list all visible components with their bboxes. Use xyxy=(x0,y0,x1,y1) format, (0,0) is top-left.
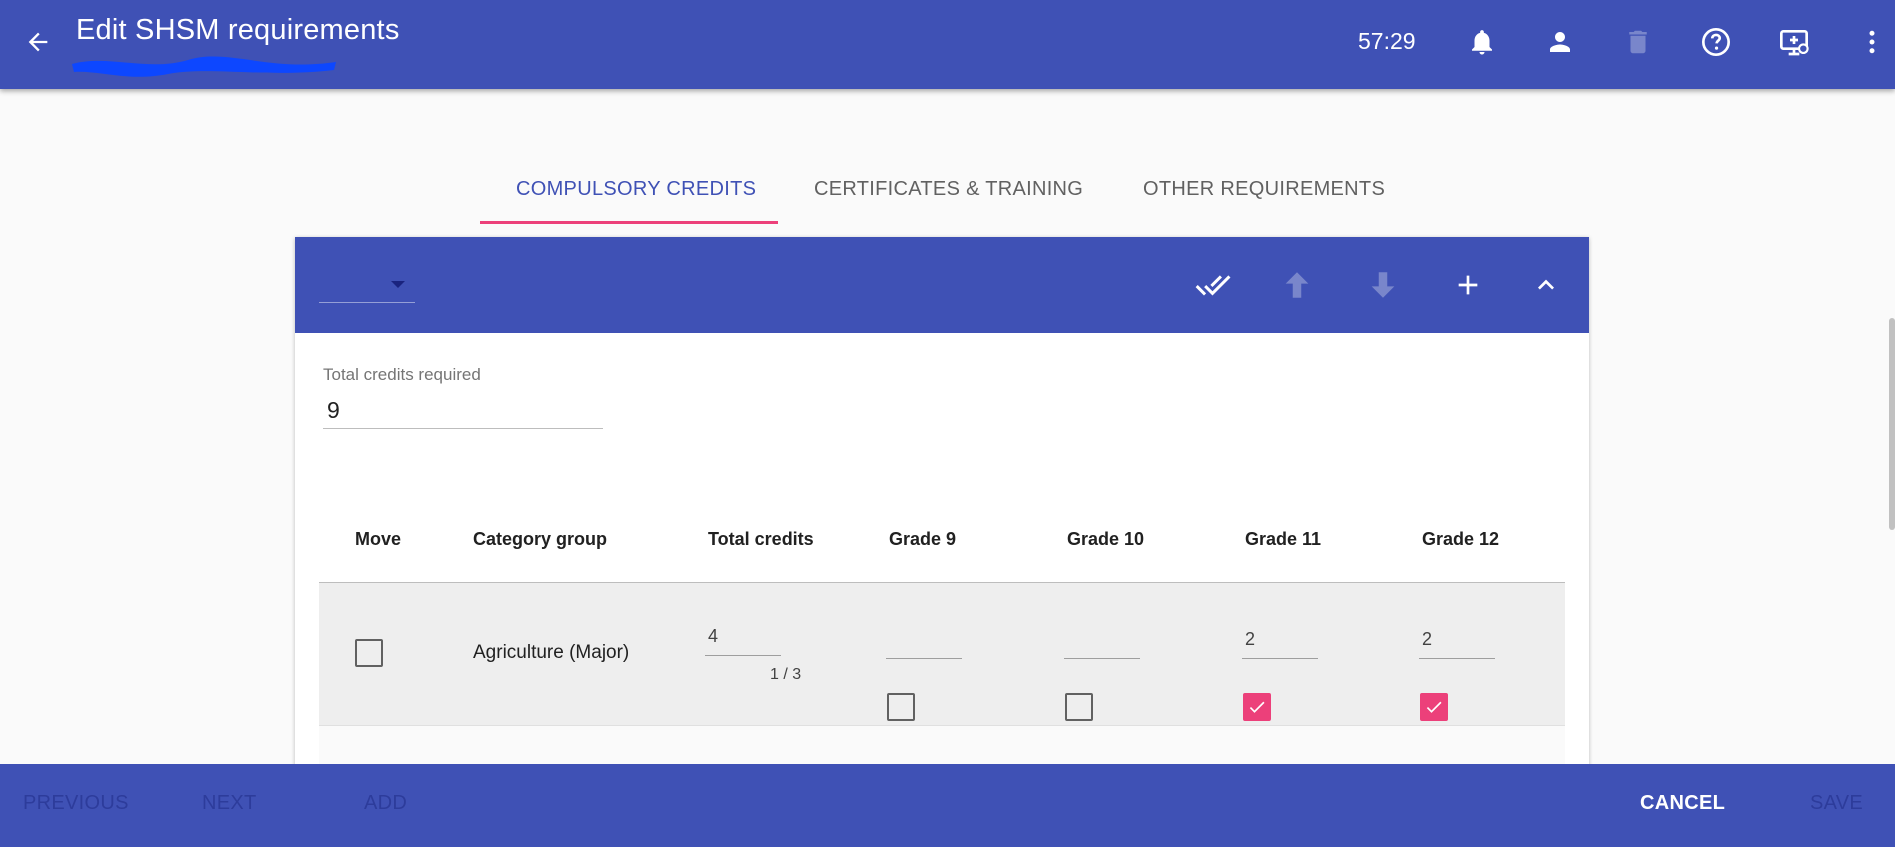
check-icon xyxy=(1249,701,1265,713)
category-group-cell: Agriculture (Major) xyxy=(473,642,630,663)
header-grade-12: Grade 12 xyxy=(1422,529,1500,549)
back-arrow-icon[interactable] xyxy=(20,24,56,60)
header-grade-11: Grade 11 xyxy=(1245,529,1322,549)
help-icon[interactable] xyxy=(1696,22,1736,62)
tab-compulsory-credits[interactable]: COMPULSORY CREDITS xyxy=(516,178,756,201)
screen-share-icon[interactable] xyxy=(1774,22,1814,62)
bottom-action-bar: PREVIOUS NEXT ADD CANCEL SAVE xyxy=(0,764,1895,847)
double-check-icon[interactable] xyxy=(1191,263,1235,307)
redaction-scribble xyxy=(72,56,336,77)
plus-icon[interactable] xyxy=(1446,263,1490,307)
grade-9-checkbox[interactable] xyxy=(887,693,915,721)
arrow-down-icon[interactable] xyxy=(1361,263,1405,307)
grade-10-input[interactable] xyxy=(1064,623,1140,659)
table-row: Agriculture (Major) 4 1 / 3 2 2 xyxy=(319,582,1565,726)
more-vert-icon[interactable] xyxy=(1852,22,1892,62)
tab-other-requirements[interactable]: OTHER REQUIREMENTS xyxy=(1143,178,1385,201)
bell-icon[interactable] xyxy=(1462,22,1502,62)
grade-11-input[interactable]: 2 xyxy=(1242,623,1318,659)
grade-10-checkbox[interactable] xyxy=(1065,693,1093,721)
arrow-up-icon[interactable] xyxy=(1275,263,1319,307)
page-title: Edit SHSM requirements xyxy=(76,14,400,46)
add-button[interactable]: ADD xyxy=(364,792,407,815)
page-scrollbar[interactable] xyxy=(1889,318,1895,530)
active-tab-indicator xyxy=(480,221,778,224)
card-toolbar xyxy=(295,237,1589,333)
move-checkbox[interactable] xyxy=(355,639,383,667)
previous-button[interactable]: PREVIOUS xyxy=(23,792,129,815)
cancel-button[interactable]: CANCEL xyxy=(1640,792,1725,815)
header-move: Move xyxy=(355,529,402,549)
save-button[interactable]: SAVE xyxy=(1810,792,1863,815)
tab-certificates-training[interactable]: CERTIFICATES & TRAINING xyxy=(814,178,1083,201)
total-credits-label: Total credits required xyxy=(323,365,481,384)
app-bar: Edit SHSM requirements 57:29 xyxy=(0,0,1895,89)
grade-12-input[interactable]: 2 xyxy=(1419,623,1495,659)
check-icon xyxy=(1426,701,1442,713)
caret-down-icon xyxy=(391,281,405,288)
total-credits-cell-input[interactable]: 4 xyxy=(705,620,781,656)
grade-11-checkbox[interactable] xyxy=(1243,693,1271,721)
header-total-credits: Total credits xyxy=(708,529,814,549)
tab-bar: COMPULSORY CREDITS CERTIFICATES & TRAINI… xyxy=(0,160,1895,226)
total-credits-input[interactable]: 9 xyxy=(323,389,603,429)
next-button[interactable]: NEXT xyxy=(202,792,257,815)
header-grade-9: Grade 9 xyxy=(889,529,957,549)
header-grade-10: Grade 10 xyxy=(1067,529,1145,549)
grade-12-checkbox[interactable] xyxy=(1420,693,1448,721)
header-category-group: Category group xyxy=(473,529,608,549)
grade-9-input[interactable] xyxy=(886,623,962,659)
session-timer: 57:29 xyxy=(1358,28,1416,54)
group-select[interactable] xyxy=(319,267,415,303)
requirements-card: Total credits required 9 Move Category g… xyxy=(295,237,1589,777)
chevron-up-icon[interactable] xyxy=(1524,263,1568,307)
trash-icon[interactable] xyxy=(1618,22,1658,62)
person-icon[interactable] xyxy=(1540,22,1580,62)
credits-hint: 1 / 3 xyxy=(770,666,802,683)
